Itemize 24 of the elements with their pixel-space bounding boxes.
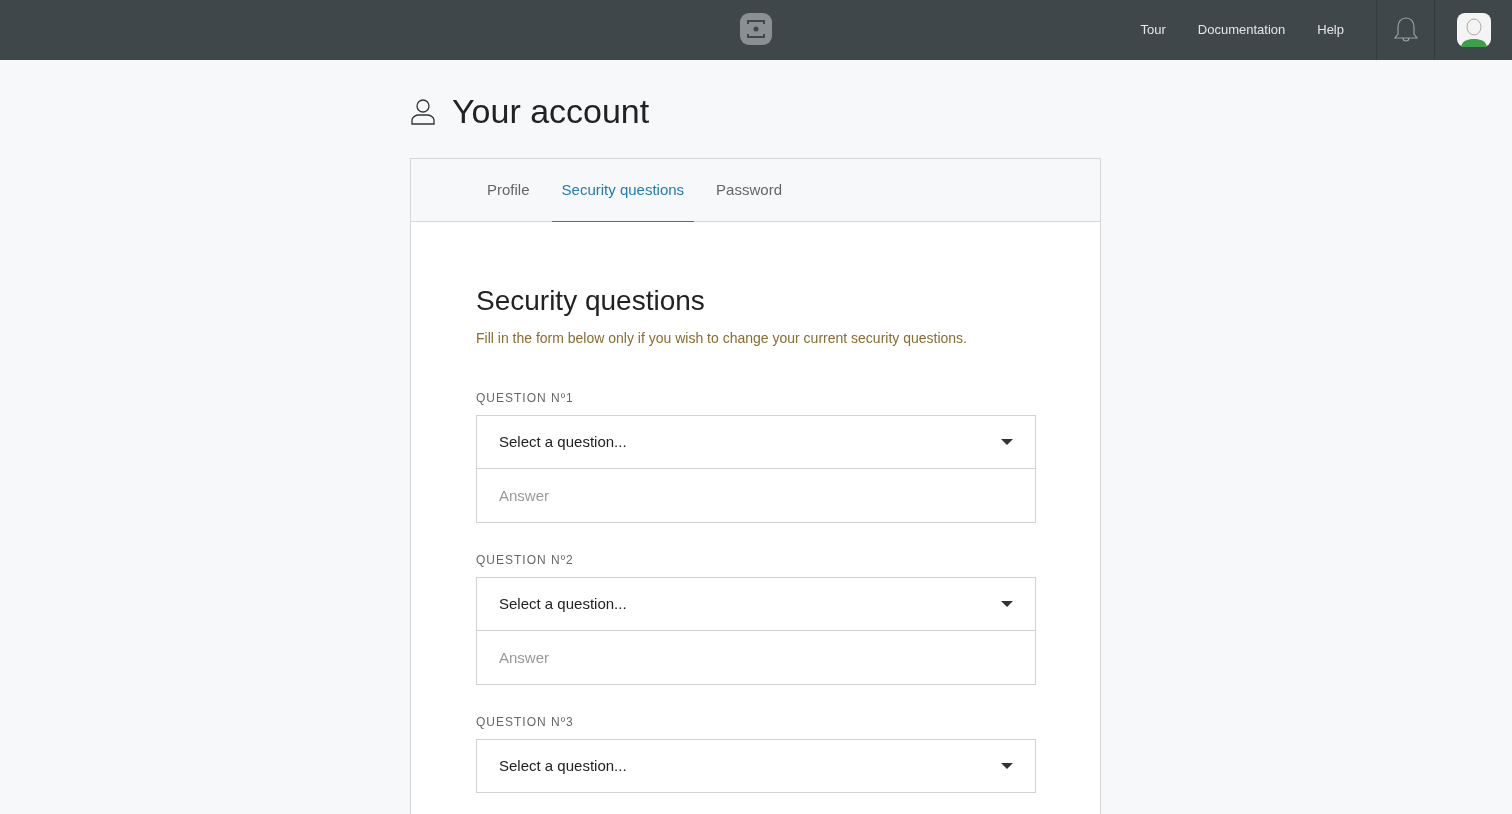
section-hint: Fill in the form below only if you wish to change your current security questions. [476,329,968,348]
caret-icon [1001,601,1013,607]
tab[interactable]: Profile [477,159,540,222]
nav-link[interactable]: Tour [1140,20,1166,40]
answer-field[interactable]: Answer [476,631,1036,685]
question-label: QUESTION Nº1 [476,390,575,407]
tab[interactable]: Password [706,159,792,222]
question-label: QUESTION Nº3 [476,714,575,731]
caret-icon [1001,763,1013,769]
avatar-icon[interactable] [1456,13,1491,47]
page-title: Your account [452,94,650,128]
nav-link[interactable]: Documentation [1197,20,1286,40]
tab[interactable]: Security questions [551,159,695,222]
question-select[interactable]: Select a question... [476,739,1036,793]
question-label: QUESTION Nº2 [476,552,575,569]
logo-icon[interactable] [739,12,773,46]
nav-link[interactable]: Help [1317,20,1344,40]
caret-icon [1001,439,1013,445]
answer-field[interactable]: Answer [476,469,1036,523]
question-select[interactable]: Select a question... [476,577,1036,631]
section-title: Security questions [476,284,706,318]
bell-icon[interactable] [1392,16,1419,44]
question-select[interactable]: Select a question... [476,415,1036,469]
user-icon [410,97,436,125]
